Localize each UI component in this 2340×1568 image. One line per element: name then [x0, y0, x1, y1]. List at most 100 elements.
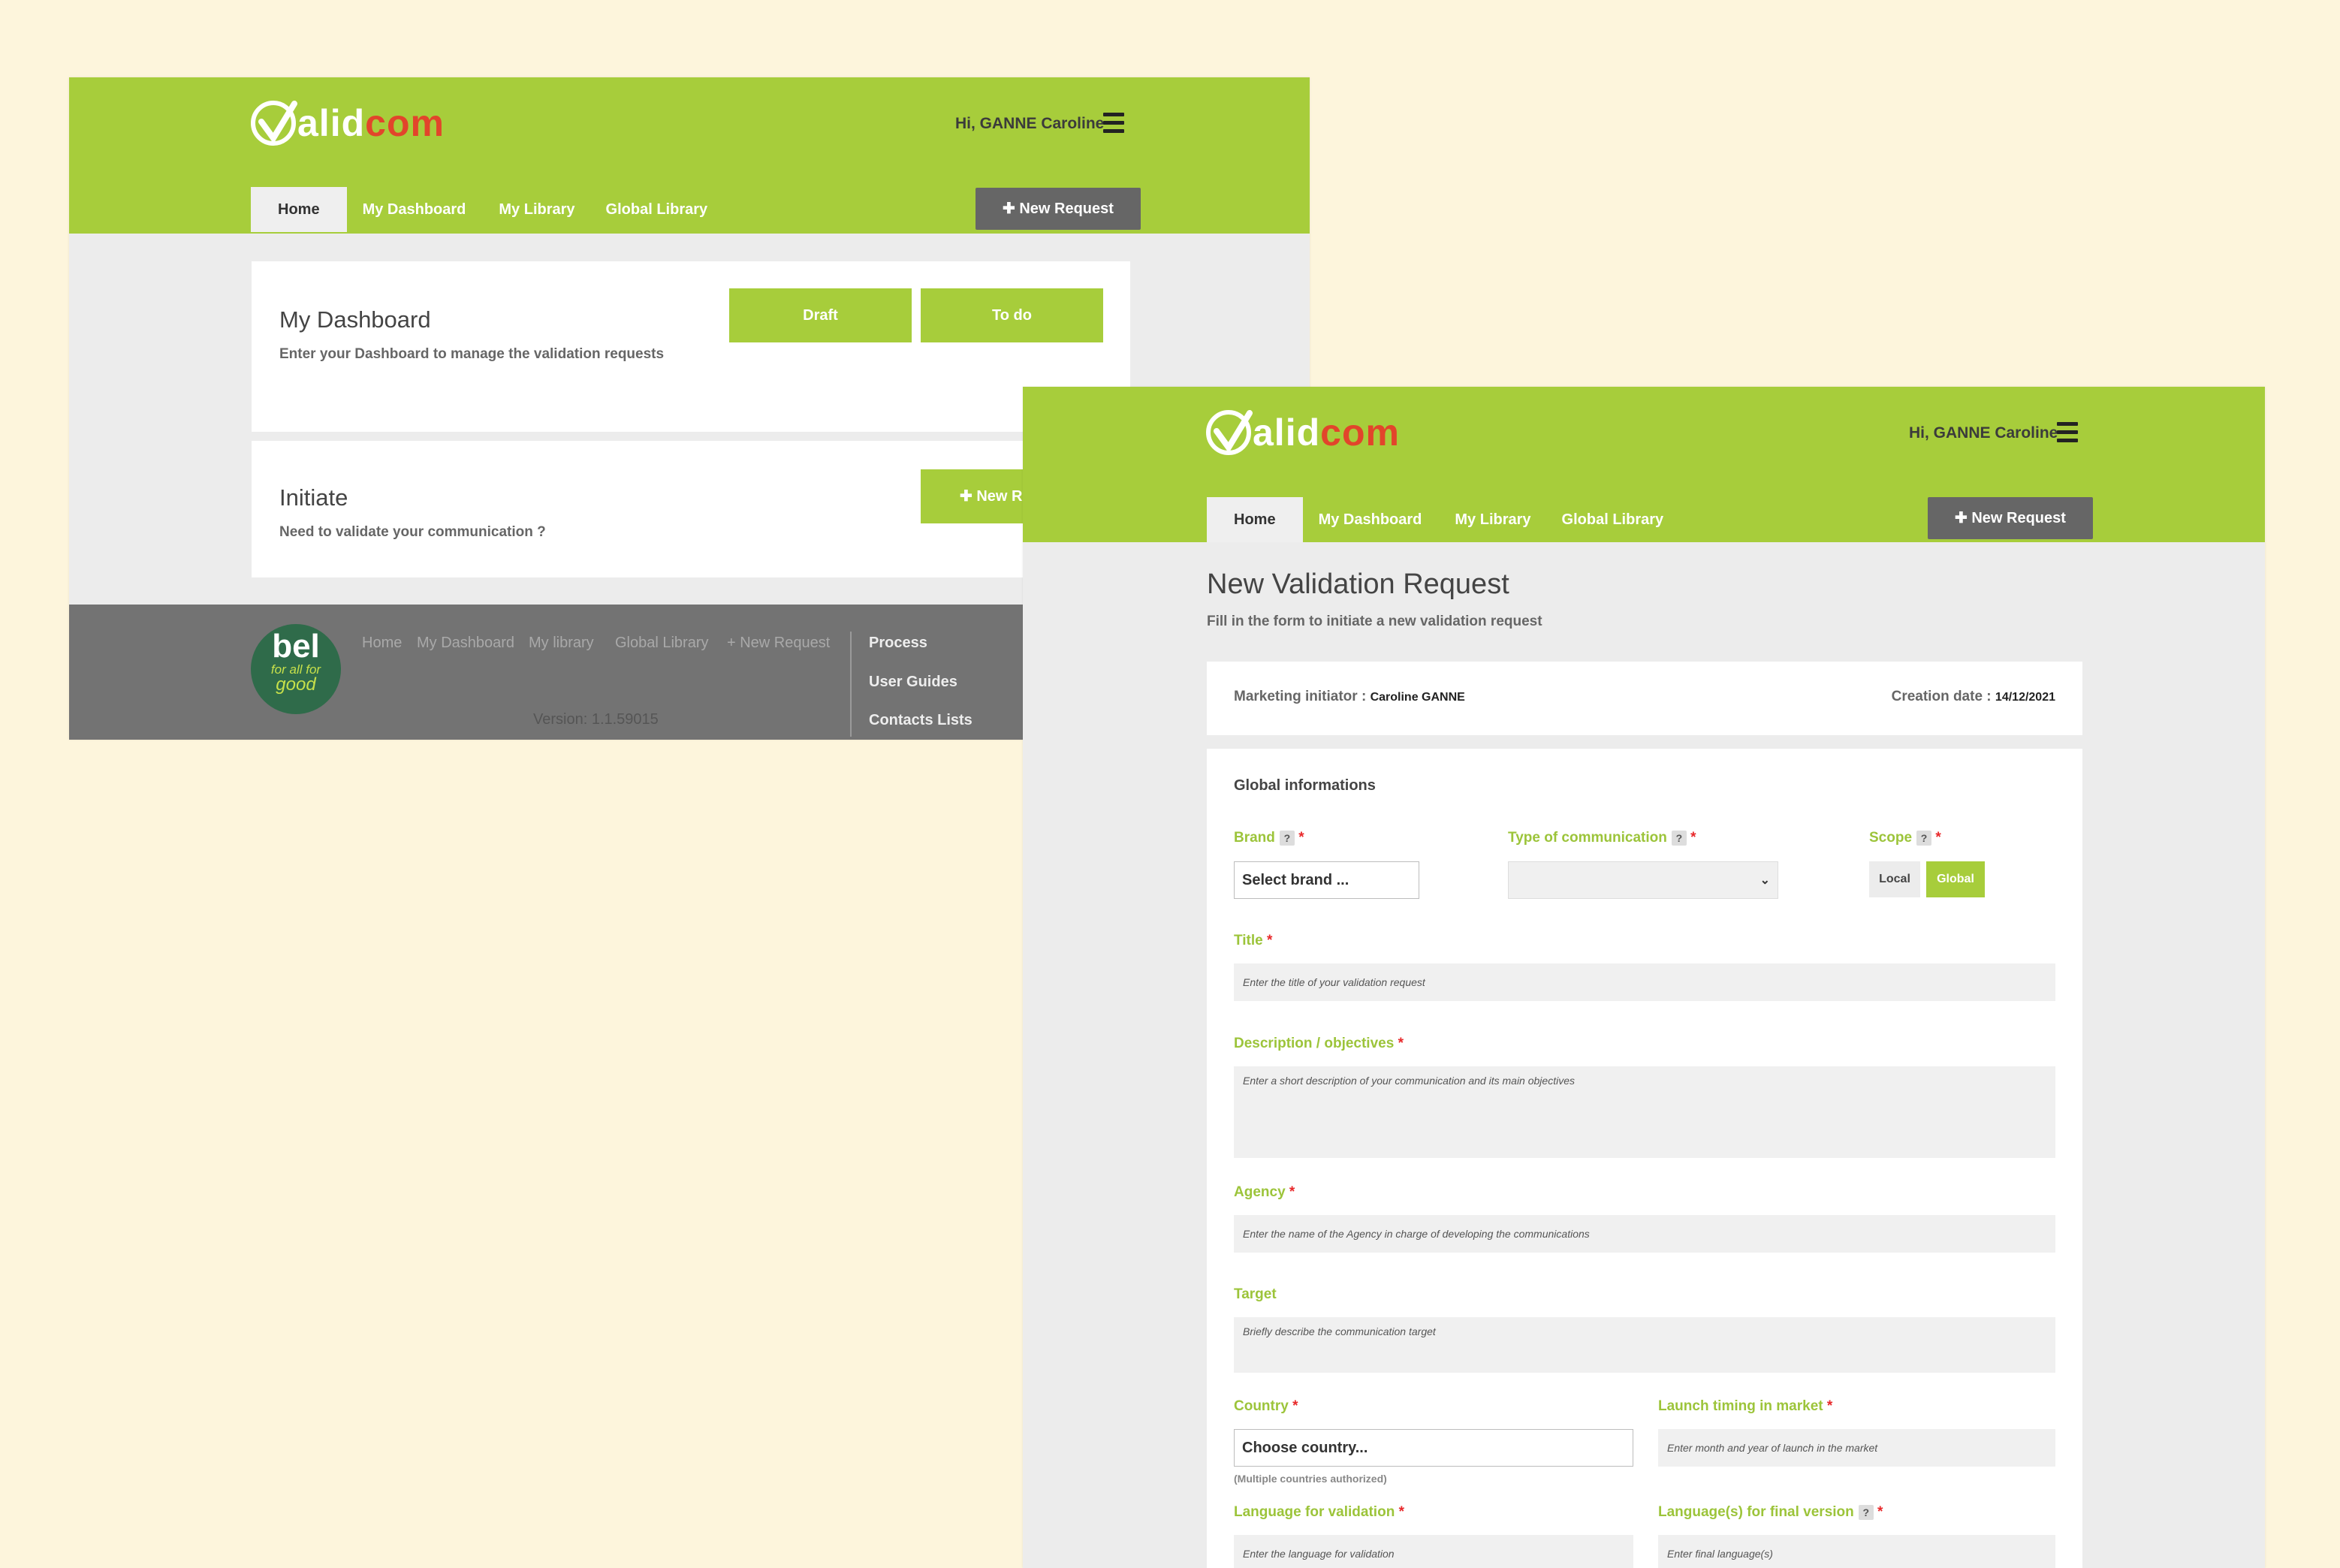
footer-link-dashboard[interactable]: My Dashboard [417, 635, 514, 652]
logo-text-alid: alid [297, 102, 366, 144]
title-label: Title * [1234, 933, 1272, 949]
title-label-text: Title [1234, 933, 1263, 948]
tab-global-library[interactable]: Global Library [593, 187, 722, 232]
header: alid com Hi, GANNE Caroline Home My Dashb… [69, 77, 1310, 234]
new-request-label: New Request [1019, 201, 1114, 217]
plus-icon: ✚ [1003, 201, 1020, 217]
initiator-label: Marketing initiator : [1234, 689, 1367, 704]
page-subtitle: Fill in the form to initiate a new valid… [1207, 614, 1542, 629]
required-marker: * [1398, 1036, 1404, 1051]
target-textarea[interactable]: Briefly describe the communication targe… [1234, 1317, 2055, 1373]
chevron-down-icon: ⌄ [1760, 874, 1770, 887]
help-icon[interactable]: ? [1279, 830, 1295, 846]
user-greeting: Hi, GANNE Caroline [955, 115, 1105, 132]
country-select-value: Choose country... [1242, 1439, 1368, 1456]
bel-logo-text: bel [272, 628, 320, 665]
new-request-screenshot: alid com Hi, GANNE Caroline Home My Dashb… [1023, 387, 2265, 1568]
required-marker: * [1298, 830, 1304, 846]
creation-value: 14/12/2021 [1995, 691, 2055, 704]
tab-global-library[interactable]: Global Library [1548, 497, 1678, 542]
user-greeting: Hi, GANNE Caroline [1909, 424, 2058, 442]
menu-icon[interactable] [1103, 113, 1124, 137]
scope-local-button[interactable]: Local [1869, 861, 1920, 897]
launch-label: Launch timing in market * [1658, 1398, 1832, 1415]
type-select[interactable]: ⌄ [1508, 861, 1778, 899]
required-marker: * [1826, 1398, 1833, 1414]
scope-global-button[interactable]: Global [1926, 861, 1985, 897]
tab-dashboard[interactable]: My Dashboard [347, 187, 482, 232]
new-request-button[interactable]: ✚ New Request [1928, 497, 2093, 539]
help-icon[interactable]: ? [1858, 1504, 1874, 1520]
new-request-button[interactable]: ✚ New Request [976, 188, 1141, 230]
initiate-card: Initiate Need to validate your communica… [252, 441, 1130, 577]
new-request-label: New Request [1971, 510, 2066, 526]
description-label-text: Description / objectives [1234, 1036, 1395, 1051]
type-label-text: Type of communication [1508, 830, 1667, 846]
initiator-card: Marketing initiator : Caroline GANNE Cre… [1207, 662, 2082, 735]
draft-button[interactable]: Draft [729, 288, 912, 342]
section-title: Global informations [1234, 777, 1376, 794]
initiator-line: Marketing initiator : Caroline GANNE [1234, 689, 1465, 705]
help-icon[interactable]: ? [1916, 830, 1932, 846]
form-card: Global informations Brand? * Select bran… [1207, 749, 2082, 1568]
tab-my-library[interactable]: My Library [1437, 497, 1548, 542]
todo-button[interactable]: To do [921, 288, 1103, 342]
footer-link-home[interactable]: Home [362, 635, 402, 652]
footer-link-global-library[interactable]: Global Library [615, 635, 709, 652]
check-logo-icon [251, 101, 297, 146]
bel-tagline-2: good [276, 674, 316, 695]
required-marker: * [1935, 830, 1941, 846]
bel-logo[interactable]: bel for all for good [251, 624, 341, 714]
validcom-logo[interactable]: alid com [251, 101, 445, 146]
validcom-logo[interactable]: alid com [1206, 410, 1400, 455]
launch-input[interactable]: Enter month and year of launch in the ma… [1658, 1429, 2055, 1467]
footer-link-process[interactable]: Process [869, 635, 927, 652]
brand-label: Brand? * [1234, 830, 1304, 846]
logo-text-alid: alid [1253, 412, 1321, 454]
required-marker: * [1292, 1398, 1298, 1414]
dashboard-title: My Dashboard [279, 306, 431, 333]
initiate-subtitle: Need to validate your communication ? [279, 524, 546, 540]
footer-link-new-request[interactable]: + New Request [727, 635, 830, 652]
plus-icon: ✚ [1955, 510, 1972, 526]
footer-version: Version: 1.1.59015 [533, 711, 659, 728]
description-textarea[interactable]: Enter a short description of your commun… [1234, 1066, 2055, 1158]
country-select[interactable]: Choose country... [1234, 1429, 1633, 1467]
country-note: (Multiple countries authorized) [1234, 1473, 1387, 1485]
required-marker: * [1690, 830, 1696, 846]
creation-line: Creation date : 14/12/2021 [1892, 689, 2055, 705]
scope-label: Scope? * [1869, 830, 1941, 846]
main-nav: Home My Dashboard My Library Global Libr… [251, 187, 721, 232]
header: alid com Hi, GANNE Caroline Home My Dashb… [1023, 387, 2265, 542]
required-marker: * [1267, 933, 1273, 948]
tab-home[interactable]: Home [1207, 497, 1303, 542]
footer-link-contacts-lists[interactable]: Contacts Lists [869, 712, 972, 729]
logo-text-com: com [1320, 412, 1400, 454]
footer-link-user-guides[interactable]: User Guides [869, 674, 957, 691]
title-input[interactable]: Enter the title of your validation reque… [1234, 963, 2055, 1001]
tab-my-library[interactable]: My Library [481, 187, 592, 232]
menu-icon[interactable] [2057, 422, 2078, 447]
brand-select[interactable]: Select brand ... [1234, 861, 1419, 899]
agency-label: Agency * [1234, 1184, 1295, 1201]
help-icon[interactable]: ? [1671, 830, 1687, 846]
agency-label-text: Agency [1234, 1184, 1286, 1200]
footer-link-my-library[interactable]: My library [529, 635, 594, 652]
language-final-label: Language(s) for final version? * [1658, 1504, 1883, 1521]
language-validation-label-text: Language for validation [1234, 1504, 1395, 1520]
scope-label-text: Scope [1869, 830, 1913, 846]
language-validation-label: Language for validation * [1234, 1504, 1404, 1521]
tab-home[interactable]: Home [251, 187, 347, 232]
creation-label: Creation date : [1891, 689, 1992, 704]
dashboard-card: My Dashboard Enter your Dashboard to man… [252, 261, 1130, 432]
required-marker: * [1289, 1184, 1295, 1200]
country-label-text: Country [1234, 1398, 1289, 1414]
tab-dashboard[interactable]: My Dashboard [1303, 497, 1438, 542]
plus-icon: ✚ [960, 488, 977, 505]
country-label: Country * [1234, 1398, 1298, 1415]
dashboard-subtitle: Enter your Dashboard to manage the valid… [279, 346, 665, 362]
language-final-input[interactable]: Enter final language(s) [1658, 1535, 2055, 1568]
launch-label-text: Launch timing in market [1658, 1398, 1823, 1414]
agency-input[interactable]: Enter the name of the Agency in charge o… [1234, 1215, 2055, 1253]
language-validation-input[interactable]: Enter the language for validation [1234, 1535, 1633, 1568]
